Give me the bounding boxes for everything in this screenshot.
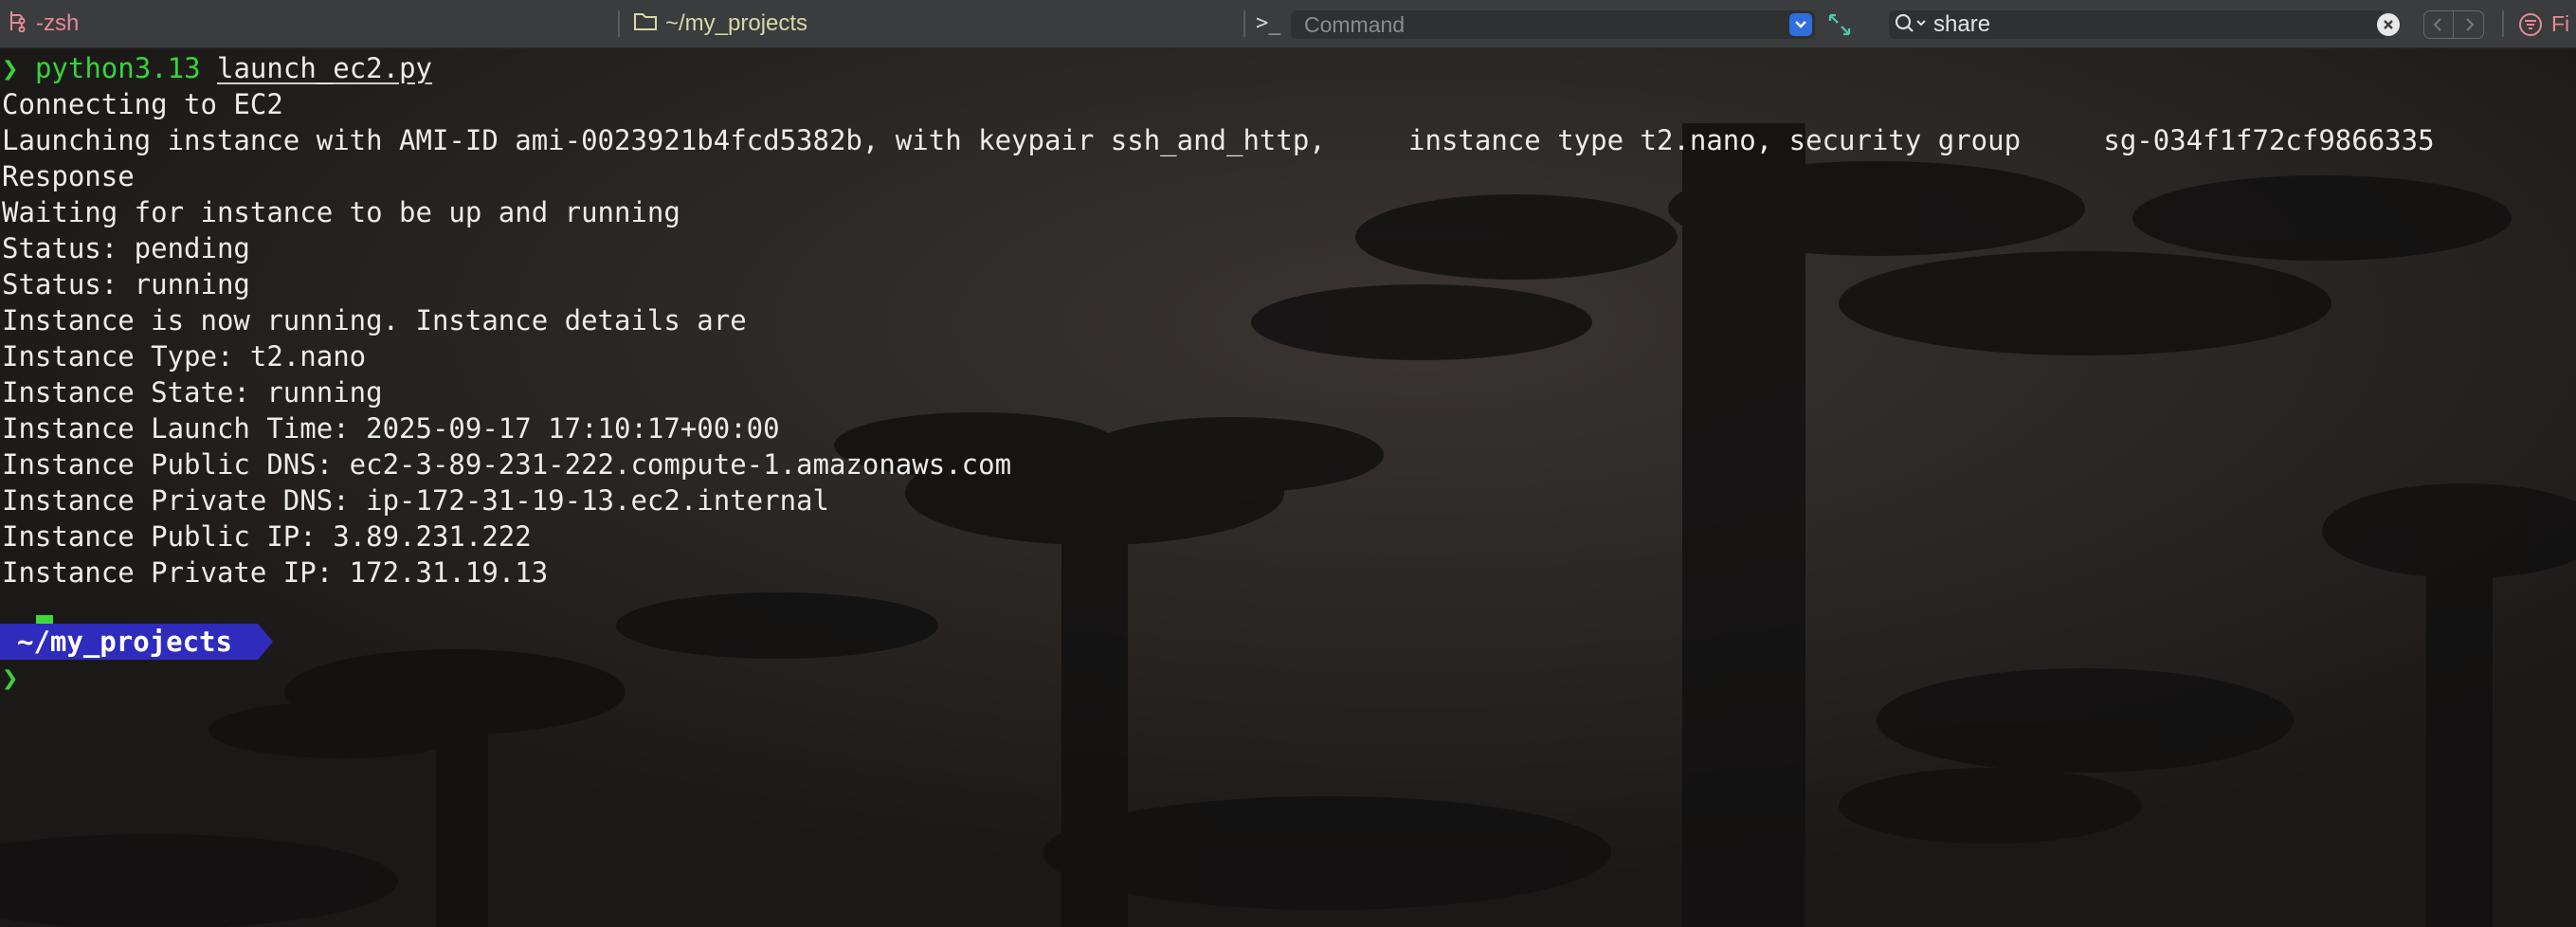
command-input[interactable] xyxy=(1291,10,1815,39)
output-line: Instance Private IP: 172.31.19.13 xyxy=(2,556,549,589)
terminal-prompt-icon: >_ xyxy=(1256,11,1281,35)
output-line: Status: pending xyxy=(2,232,250,264)
shell-segment[interactable]: -zsh xyxy=(8,0,79,47)
output-line: Instance Type: t2.nano xyxy=(2,340,367,373)
powerline-directory: ~/my_projects xyxy=(17,626,232,658)
expand-icon[interactable] xyxy=(1826,11,1853,38)
search-icon[interactable] xyxy=(1894,12,1932,37)
prompt-line: ❯ xyxy=(2,660,18,696)
divider xyxy=(1243,10,1245,37)
output-line: Waiting for instance to be up and runnin… xyxy=(2,196,680,228)
output-line: Instance State: running xyxy=(2,376,383,409)
output-line: Launching instance with AMI-ID ami-00239… xyxy=(2,124,2435,156)
command-dropdown-button[interactable] xyxy=(1789,13,1812,36)
divider xyxy=(618,10,620,37)
shell-label: -zsh xyxy=(36,10,80,36)
output-line: Connecting to EC2 xyxy=(2,88,283,120)
prompt-symbol: ❯ xyxy=(2,662,19,694)
process-icon xyxy=(8,9,27,39)
folder-icon xyxy=(633,10,658,38)
next-match-button[interactable] xyxy=(2455,10,2484,39)
command-argument: launch_ec2.py xyxy=(217,52,432,84)
command-name: python3.13 xyxy=(34,52,201,84)
chevron-down-icon xyxy=(1795,21,1806,28)
directory-segment[interactable]: ~/my_projects xyxy=(633,0,807,47)
search-input[interactable] xyxy=(1933,10,2369,39)
clear-search-button[interactable] xyxy=(2377,13,2400,36)
command-line: ❯ python3.13 launch_ec2.py xyxy=(2,50,432,86)
terminal-output[interactable]: ❯ python3.13 launch_ec2.py Connecting to… xyxy=(0,47,2576,927)
output-line: Instance Private DNS: ip-172-31-19-13.ec… xyxy=(2,484,829,517)
output-line: Response xyxy=(2,160,135,192)
output-line: Instance Public DNS: ec2-3-89-231-222.co… xyxy=(2,448,1012,481)
divider xyxy=(2453,11,2454,38)
divider xyxy=(2502,10,2504,37)
output-line: Instance Public IP: 3.89.231.222 xyxy=(2,520,532,553)
filter-icon[interactable] xyxy=(2517,11,2544,38)
output-line: Status: running xyxy=(2,268,250,300)
close-icon xyxy=(2384,20,2393,29)
filter-label[interactable]: Fi xyxy=(2551,11,2569,37)
output-line: Instance is now running. Instance detail… xyxy=(2,304,747,336)
previous-match-button[interactable] xyxy=(2423,10,2453,39)
prompt-symbol: ❯ xyxy=(2,52,19,84)
status-bar: -zsh ~/my_projects >_ Command share Fi xyxy=(0,0,2576,48)
output-line: Instance Launch Time: 2025-09-17 17:10:1… xyxy=(2,412,780,445)
directory-label: ~/my_projects xyxy=(665,10,808,36)
